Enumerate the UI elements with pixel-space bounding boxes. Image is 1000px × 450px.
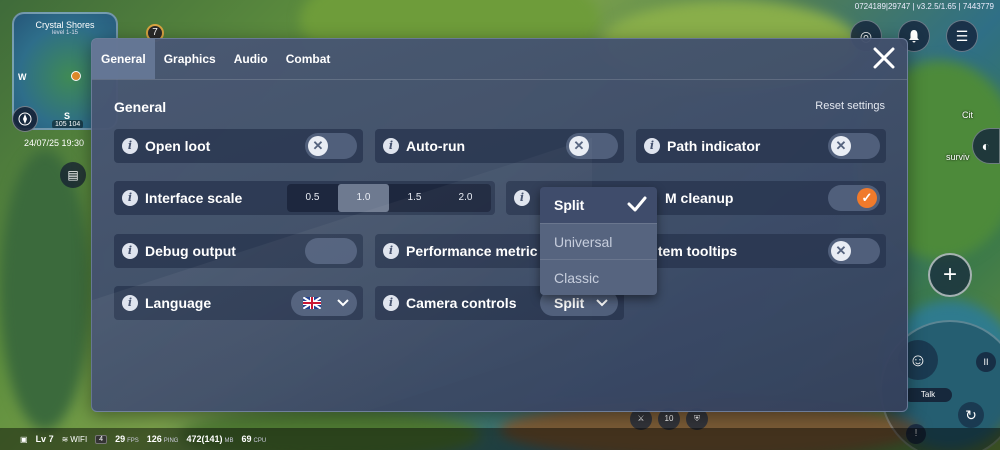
minimap-title: Crystal Shores — [35, 20, 95, 30]
ping-unit: PING — [163, 438, 179, 444]
wifi-icon: ≋ — [61, 434, 69, 444]
reset-settings-button[interactable]: Reset settings — [815, 100, 885, 112]
dropdown-option-classic[interactable]: Classic — [540, 259, 657, 295]
close-icon[interactable] — [871, 45, 897, 71]
setting-debug-output: i Debug output — [114, 234, 363, 268]
setting-item-tooltips: Item tooltips ✕ — [636, 234, 886, 268]
scale-option-1-0[interactable]: 1.0 — [338, 184, 389, 212]
info-icon[interactable]: i — [122, 138, 138, 154]
fps-value: 29 — [115, 434, 126, 444]
debug-output-toggle[interactable] — [305, 238, 357, 264]
minimap-subtitle: level 1-15 — [51, 30, 78, 36]
reload-icon[interactable]: ↻ — [958, 402, 984, 428]
compass-icon[interactable] — [12, 106, 38, 132]
memory-unit: MB — [224, 438, 234, 444]
setting-interface-scale: i Interface scale 0.5 1.0 1.5 2.0 — [114, 181, 495, 215]
settings-tabs: General Graphics Audio Combat — [92, 39, 339, 79]
minimap-coords: 105 104 — [52, 120, 84, 128]
dropdown-option-universal[interactable]: Universal — [540, 223, 657, 259]
toggle-off-icon: ✕ — [831, 241, 851, 261]
world-label-surviv: surviv — [946, 152, 970, 162]
setting-path-indicator: i Path indicator ✕ — [636, 129, 886, 163]
network-label: WIFI — [70, 434, 88, 444]
minimap-west-label: W — [18, 72, 27, 82]
option-label: Classic — [554, 269, 600, 286]
camera-controls-value: Split — [554, 295, 585, 311]
info-icon[interactable]: i — [122, 190, 138, 206]
setting-label: Path indicator — [667, 138, 761, 154]
toggle-off-icon: ✕ — [308, 136, 328, 156]
setting-label: Debug output — [145, 243, 236, 259]
scale-option-1-5[interactable]: 1.5 — [389, 184, 440, 212]
memory-value: 472(141) — [186, 434, 223, 444]
info-icon[interactable]: i — [644, 138, 660, 154]
interface-scale-selector: 0.5 1.0 1.5 2.0 — [287, 184, 491, 212]
dropdown-option-split[interactable]: Split — [540, 187, 657, 223]
info-icon[interactable]: i — [122, 295, 138, 311]
chevron-down-icon — [337, 296, 349, 310]
cpu-value: 69 — [241, 434, 252, 444]
build-info: 0724189|29747 | v3.2.5/1.65 | 7443779 — [854, 2, 994, 11]
map-book-icon[interactable]: ▤ — [60, 162, 86, 188]
setting-label: Item tooltips — [654, 243, 738, 259]
section-title: General — [114, 99, 167, 115]
pause-icon[interactable]: II — [976, 352, 996, 372]
menu-icon[interactable]: ☰ — [946, 20, 978, 52]
language-select[interactable] — [291, 290, 357, 316]
tab-audio[interactable]: Audio — [225, 39, 277, 79]
setting-label: Language — [145, 295, 212, 311]
tab-combat[interactable]: Combat — [277, 39, 340, 79]
info-icon[interactable]: i — [514, 190, 530, 206]
network-chip: 4 — [95, 434, 108, 444]
path-indicator-toggle[interactable]: ✕ — [828, 133, 880, 159]
tab-graphics[interactable]: Graphics — [155, 39, 225, 79]
player-level: Lv 7 — [35, 434, 54, 444]
game-datetime: 24/07/25 19:30 — [24, 138, 85, 148]
info-icon[interactable]: i — [122, 243, 138, 259]
info-icon[interactable]: i — [383, 295, 399, 311]
checkmark-icon: ✓ — [857, 188, 877, 208]
setting-language: i Language — [114, 286, 363, 320]
setting-label: Camera controls — [406, 295, 517, 311]
camera-controls-dropdown: Split Universal Classic — [540, 187, 657, 295]
talk-button[interactable]: Talk — [904, 388, 952, 402]
setting-auto-run: i Auto-run ✕ — [375, 129, 624, 163]
open-loot-toggle[interactable]: ✕ — [305, 133, 357, 159]
tab-divider — [92, 79, 907, 80]
setting-open-loot: i Open loot ✕ — [114, 129, 363, 163]
memory-cleanup-toggle[interactable]: ✓ — [828, 185, 880, 211]
chevron-down-icon — [596, 296, 608, 310]
setting-label: Performance metric — [406, 243, 538, 259]
fps-unit: FPS — [127, 438, 139, 444]
cpu-unit: CPU — [253, 438, 267, 444]
toggle-off-icon: ✕ — [569, 136, 589, 156]
item-tooltips-toggle[interactable]: ✕ — [828, 238, 880, 264]
player-marker-icon — [71, 71, 81, 81]
status-bar: ▣ Lv 7 ≋ WIFI 4 29 FPS 126 PING 472(141) MB … — [0, 428, 1000, 450]
info-icon[interactable]: i — [383, 138, 399, 154]
uk-flag-icon — [303, 297, 321, 309]
setting-label: Auto-run — [406, 138, 466, 154]
setting-label: Interface scale — [145, 190, 243, 206]
side-drawer-icon[interactable]: ◐ — [972, 128, 1000, 164]
toggle-off-icon: ✕ — [831, 136, 851, 156]
auto-run-toggle[interactable]: ✕ — [566, 133, 618, 159]
setting-label: Open loot — [145, 138, 211, 154]
settings-panel: General Graphics Audio Combat General Re… — [91, 38, 908, 412]
scale-option-2-0[interactable]: 2.0 — [440, 184, 491, 212]
add-action-button[interactable]: + — [928, 253, 972, 297]
setting-performance-metrics: i Performance metric — [375, 234, 545, 268]
checkmark-icon — [627, 196, 647, 215]
option-label: Universal — [554, 233, 613, 250]
tab-general[interactable]: General — [92, 39, 155, 79]
info-icon[interactable]: i — [383, 243, 399, 259]
setting-label: M cleanup — [665, 190, 734, 206]
screen-icon[interactable]: ▣ — [20, 435, 28, 444]
world-label-cit: Cit — [962, 110, 973, 120]
scale-option-0-5[interactable]: 0.5 — [287, 184, 338, 212]
option-label: Split — [554, 197, 585, 213]
ping-value: 126 — [146, 434, 162, 444]
